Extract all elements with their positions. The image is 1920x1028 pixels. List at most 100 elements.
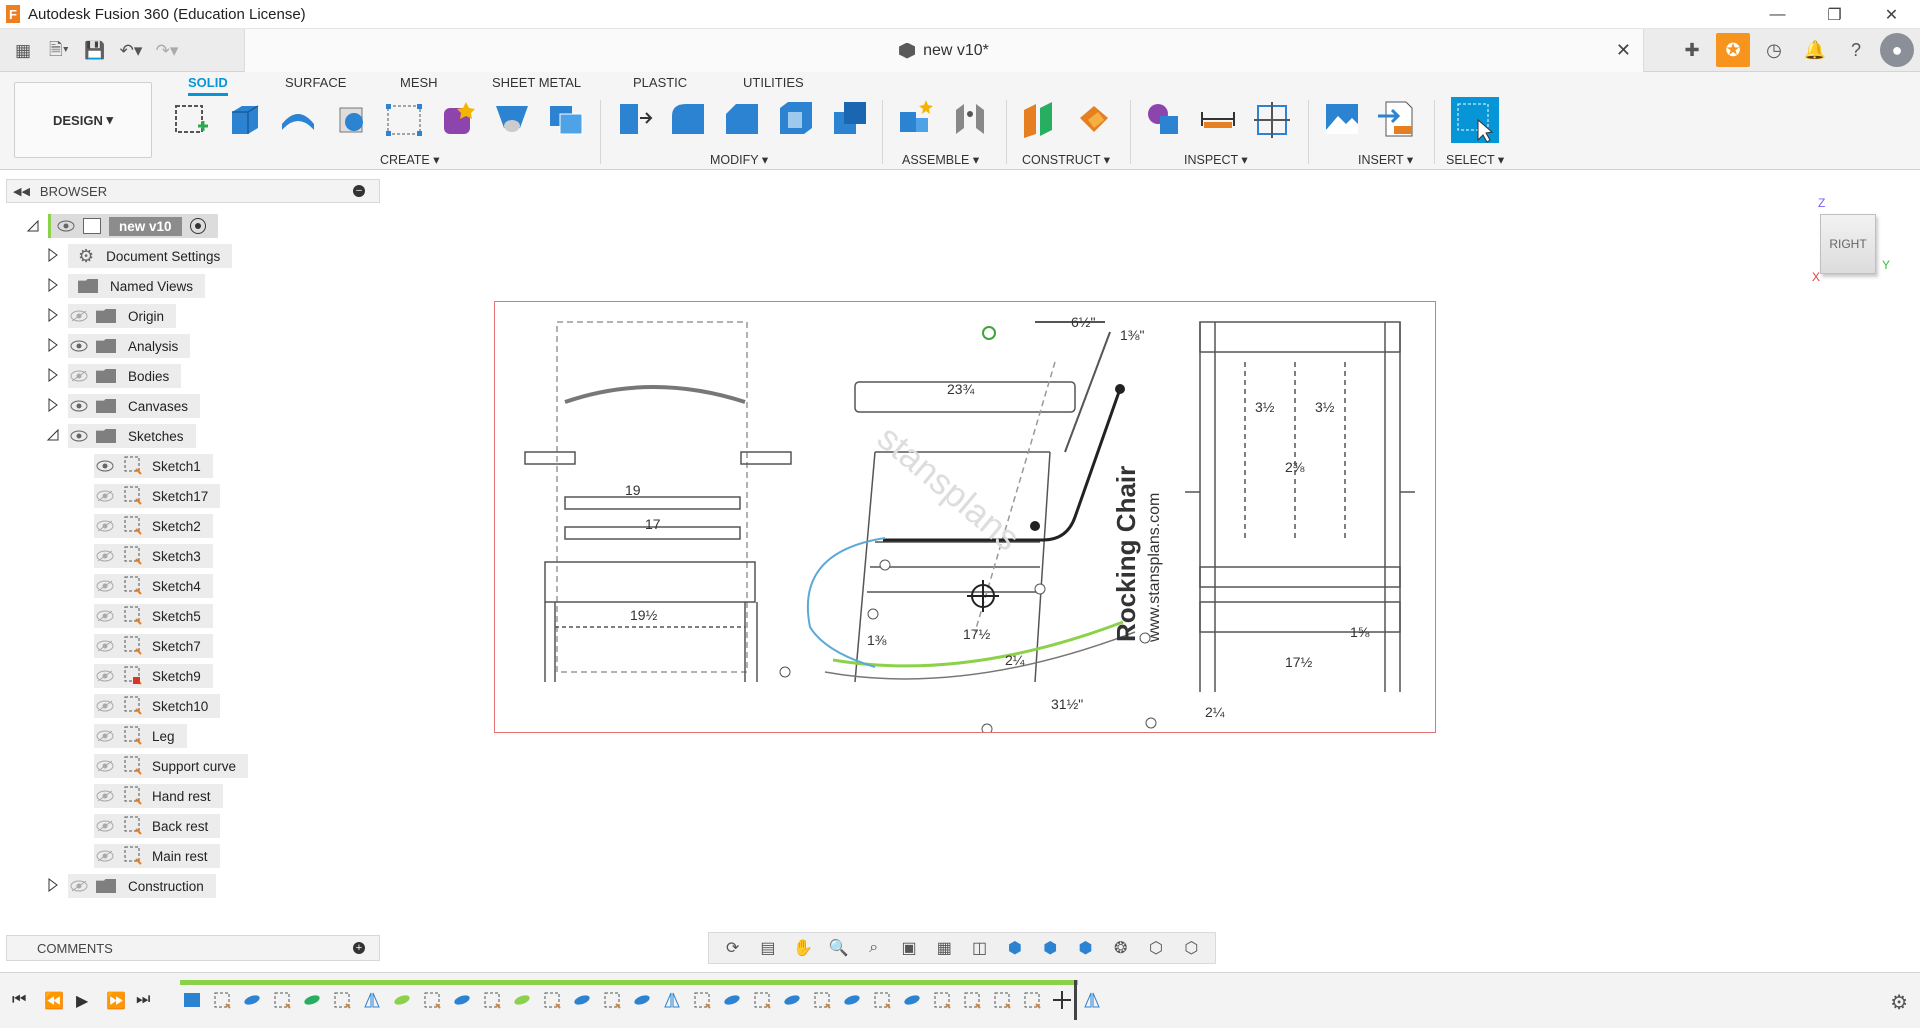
- sketch-item-sketch9[interactable]: Sketch9: [94, 663, 213, 689]
- timeline-mirror-feature-icon[interactable]: [1080, 989, 1103, 1011]
- construct-menu[interactable]: CONSTRUCT ▾: [1022, 152, 1110, 167]
- new-component-icon[interactable]: [896, 98, 936, 140]
- timeline-mirror-feature-icon[interactable]: [360, 989, 383, 1011]
- hole-icon[interactable]: [492, 98, 532, 140]
- save-icon[interactable]: 💾: [80, 37, 110, 65]
- step-back-icon[interactable]: ⏪: [44, 991, 64, 1011]
- collapse-browser-icon[interactable]: ◀◀: [13, 185, 30, 198]
- sketch-item-sketch3[interactable]: Sketch3: [94, 543, 213, 569]
- timeline-sketch-feature-icon[interactable]: [870, 989, 893, 1011]
- loft-icon[interactable]: [384, 98, 424, 140]
- tab-surface[interactable]: SURFACE: [285, 75, 346, 90]
- pan-icon[interactable]: ✋: [792, 938, 814, 958]
- timeline-sketch-feature-icon[interactable]: [930, 989, 953, 1011]
- visibility-eye-icon[interactable]: [94, 578, 116, 594]
- timeline-sketch-feature-icon[interactable]: [990, 989, 1013, 1011]
- section-analysis-icon[interactable]: [1252, 98, 1292, 140]
- tab-plastic[interactable]: PLASTIC: [633, 75, 687, 90]
- zoom-icon[interactable]: 🔍: [827, 938, 849, 958]
- tab-solid[interactable]: SOLID: [188, 75, 228, 96]
- timeline-mirror-feature-icon[interactable]: [660, 989, 683, 1011]
- timeline-sketch-feature-icon[interactable]: [480, 989, 503, 1011]
- timeline-sketch-feature-icon[interactable]: [1020, 989, 1043, 1011]
- modify-menu[interactable]: MODIFY ▾: [710, 152, 768, 167]
- view-front-icon[interactable]: ⬢: [1004, 938, 1026, 958]
- new-tab-icon[interactable]: ✚: [1675, 33, 1709, 67]
- expanded-triangle-icon[interactable]: [46, 428, 68, 445]
- browser-item-named-views[interactable]: Named Views: [46, 273, 206, 299]
- press-pull-icon[interactable]: [614, 98, 654, 140]
- timeline-extrude-g-feature-icon[interactable]: [300, 989, 323, 1011]
- select-menu[interactable]: SELECT ▾: [1446, 152, 1504, 167]
- tab-sheet-metal[interactable]: SHEET METAL: [492, 75, 581, 90]
- visibility-eye-icon[interactable]: [94, 758, 116, 774]
- go-to-end-icon[interactable]: ⏭: [136, 991, 150, 1009]
- timeline-settings-icon[interactable]: ⚙: [1890, 990, 1908, 1015]
- timeline-sketch-feature-icon[interactable]: [690, 989, 713, 1011]
- sketch-item-sketch4[interactable]: Sketch4: [94, 573, 213, 599]
- browser-item-sketches[interactable]: Sketches: [46, 423, 196, 449]
- visibility-eye-icon[interactable]: [94, 548, 116, 564]
- assemble-menu[interactable]: ASSEMBLE ▾: [902, 152, 979, 167]
- sketch-item-support-curve[interactable]: Support curve: [94, 753, 249, 779]
- avatar[interactable]: ●: [1880, 33, 1914, 67]
- activate-radio-icon[interactable]: [189, 218, 206, 234]
- play-icon[interactable]: ▶: [76, 991, 88, 1011]
- fit-icon[interactable]: ⌕: [863, 939, 885, 957]
- view-home-icon[interactable]: ⬡: [1145, 938, 1167, 958]
- expand-triangle-icon[interactable]: [46, 307, 68, 325]
- help-icon[interactable]: ?: [1839, 33, 1873, 67]
- timeline-extrude-feature-icon[interactable]: [780, 989, 803, 1011]
- canvas-image[interactable]: 19 17 19½ 23¾ 6½" 1⅜" 17½ 1⅜ 2¼ 31½" 3½ …: [494, 301, 1436, 733]
- sketch-item-sketch5[interactable]: Sketch5: [94, 603, 213, 629]
- visibility-eye-icon[interactable]: [68, 878, 90, 894]
- chamfer-icon[interactable]: [722, 98, 762, 140]
- browser-item-analysis[interactable]: Analysis: [46, 333, 191, 359]
- view-top-icon[interactable]: ⬢: [1039, 938, 1061, 958]
- undo-icon[interactable]: ↶▾: [116, 37, 146, 65]
- sketch-item-sketch10[interactable]: Sketch10: [94, 693, 221, 719]
- browser-item-document-settings[interactable]: ⚙ Document Settings: [46, 243, 233, 269]
- timeline-sketch-feature-icon[interactable]: [600, 989, 623, 1011]
- timeline-sketch-feature-icon[interactable]: [540, 989, 563, 1011]
- inspect-menu[interactable]: INSPECT ▾: [1184, 152, 1248, 167]
- timeline-extrude-feature-icon[interactable]: [630, 989, 653, 1011]
- timeline-extrude-feature-icon[interactable]: [570, 989, 593, 1011]
- document-tab[interactable]: new v10* ✕: [244, 29, 1644, 72]
- timeline-sweep-feature-icon[interactable]: [510, 989, 533, 1011]
- visibility-eye-icon[interactable]: [94, 518, 116, 534]
- insert-svg-icon[interactable]: [1376, 98, 1416, 140]
- expand-triangle-icon[interactable]: [46, 397, 68, 415]
- create-menu[interactable]: CREATE ▾: [380, 152, 440, 167]
- view-cube[interactable]: RIGHT: [1820, 214, 1876, 274]
- visibility-eye-icon[interactable]: [68, 368, 90, 384]
- view-iso-icon[interactable]: ❂: [1110, 938, 1132, 958]
- timeline-sketch-feature-icon[interactable]: [810, 989, 833, 1011]
- timeline-sketch-feature-icon[interactable]: [210, 989, 233, 1011]
- minimize-button[interactable]: —: [1749, 0, 1806, 29]
- fillet-icon[interactable]: [668, 98, 708, 140]
- look-at-icon[interactable]: ▤: [757, 938, 779, 958]
- timeline-marker[interactable]: [1074, 980, 1077, 1020]
- browser-item-bodies[interactable]: Bodies: [46, 363, 182, 389]
- visibility-eye-icon[interactable]: [68, 338, 90, 354]
- sketch-item-leg[interactable]: Leg: [94, 723, 187, 749]
- app-grid-icon[interactable]: ▦: [8, 37, 38, 65]
- timeline-sketch-feature-icon[interactable]: [960, 989, 983, 1011]
- expand-triangle-icon[interactable]: [46, 337, 68, 355]
- timeline-extrude-feature-icon[interactable]: [720, 989, 743, 1011]
- timeline-sketch-feature-icon[interactable]: [750, 989, 773, 1011]
- combine-icon[interactable]: [830, 98, 870, 140]
- visibility-eye-icon[interactable]: [94, 848, 116, 864]
- sketch-item-sketch7[interactable]: Sketch7: [94, 633, 213, 659]
- timeline-canvas-feature-icon[interactable]: [180, 989, 203, 1011]
- expand-triangle-icon[interactable]: [46, 247, 68, 265]
- visibility-eye-icon[interactable]: [94, 608, 116, 624]
- browser-root[interactable]: new v10: [26, 213, 218, 239]
- extensions-icon[interactable]: ✪: [1716, 33, 1750, 67]
- offset-plane-icon[interactable]: [1020, 98, 1060, 140]
- expand-triangle-icon[interactable]: [46, 367, 68, 385]
- plane-at-angle-icon[interactable]: [1074, 98, 1114, 140]
- create-sketch-icon[interactable]: [170, 98, 210, 140]
- sketch-item-back-rest[interactable]: Back rest: [94, 813, 221, 839]
